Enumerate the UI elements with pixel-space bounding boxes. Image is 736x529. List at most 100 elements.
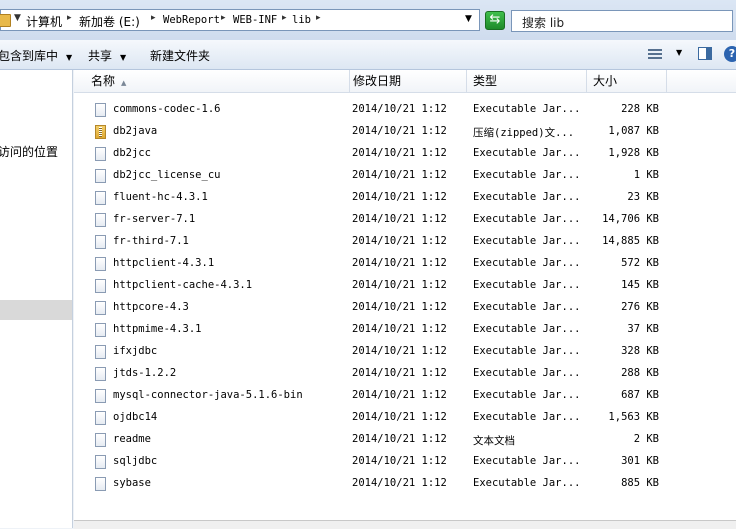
breadcrumb-web-inf[interactable]: WEB-INF: [233, 14, 277, 26]
new-folder-button[interactable]: 新建文件夹: [150, 47, 210, 64]
chevron-down-icon: ▼: [66, 53, 73, 62]
file-modified: 2014/10/21 1:12: [352, 279, 447, 291]
table-row[interactable]: sqljdbc 2014/10/21 1:12 Executable Jar... 3…: [74, 451, 736, 473]
search-input[interactable]: 搜索 lib: [511, 10, 733, 32]
refresh-button[interactable]: ⇆: [485, 11, 505, 30]
chevron-right-icon[interactable]: ▸: [316, 13, 321, 23]
preview-pane-icon[interactable]: [698, 47, 712, 60]
jar-file-icon: [95, 389, 106, 403]
file-size: 572 KB: [621, 257, 659, 269]
table-row[interactable]: readme 2014/10/21 1:12 文本文档 2 KB: [74, 429, 736, 451]
table-row[interactable]: httpclient-4.3.1 2014/10/21 1:12 Executabl…: [74, 253, 736, 275]
file-modified: 2014/10/21 1:12: [352, 301, 447, 313]
column-size[interactable]: 大小: [587, 70, 667, 92]
table-row[interactable]: fluent-hc-4.3.1 2014/10/21 1:12 Executable…: [74, 187, 736, 209]
chevron-right-icon[interactable]: ▸: [67, 13, 72, 23]
file-list[interactable]: 名称 ▲ 修改日期 类型 大小 commons-codec-1.6 2014/10/…: [74, 70, 736, 528]
file-size: 14,706 KB: [602, 213, 659, 225]
file-name: sqljdbc: [113, 455, 158, 467]
chevron-right-icon[interactable]: ▸: [221, 13, 226, 23]
file-type: Executable Jar...: [473, 411, 581, 423]
address-dropdown-icon[interactable]: ▼: [465, 14, 472, 24]
jar-file-icon: [95, 323, 106, 337]
folder-icon: [0, 14, 11, 27]
zip-folder-icon: [95, 125, 106, 139]
file-type: Executable Jar...: [473, 235, 581, 247]
include-in-library-button[interactable]: 包含到库中 ▼: [0, 47, 72, 64]
address-bar: ▼ 计算机 ▸ 新加卷 (E:) ▸ WebReport ▸ WEB-INF ▸…: [0, 0, 736, 40]
table-row[interactable]: fr-third-7.1 2014/10/21 1:12 Executable Ja…: [74, 231, 736, 253]
column-header: 名称 ▲ 修改日期 类型 大小: [74, 70, 736, 93]
file-type: Executable Jar...: [473, 169, 581, 181]
nav-item-selected[interactable]: [0, 300, 72, 320]
table-row[interactable]: mysql-connector-java-5.1.6-bin 2014/10/21…: [74, 385, 736, 407]
file-modified: 2014/10/21 1:12: [352, 345, 447, 357]
jar-file-icon: [95, 169, 106, 183]
views-icon[interactable]: [648, 49, 662, 61]
file-size: 37 KB: [627, 323, 659, 335]
file-size: 1 KB: [633, 169, 659, 181]
file-size: 301 KB: [621, 455, 659, 467]
table-row[interactable]: fr-server-7.1 2014/10/21 1:12 Executable J…: [74, 209, 736, 231]
file-type: 文本文档: [473, 435, 515, 447]
table-row[interactable]: ojdbc14 2014/10/21 1:12 Executable Jar... 1…: [74, 407, 736, 429]
file-name: httpclient-cache-4.3.1: [113, 279, 253, 291]
column-size-label: 大小: [593, 74, 618, 88]
chevron-down-icon[interactable]: ▼: [676, 48, 682, 57]
jar-file-icon: [95, 279, 106, 293]
column-name[interactable]: 名称 ▲: [85, 70, 350, 92]
file-size: 288 KB: [621, 367, 659, 379]
jar-file-icon: [95, 147, 106, 161]
breadcrumb-computer[interactable]: 计算机: [26, 13, 62, 30]
file-name: db2java: [113, 125, 158, 137]
table-row[interactable]: jtds-1.2.2 2014/10/21 1:12 Executable Jar.…: [74, 363, 736, 385]
column-modified[interactable]: 修改日期: [347, 70, 467, 92]
file-size: 328 KB: [621, 345, 659, 357]
navigation-pane[interactable]: 访问的位置: [0, 70, 73, 528]
file-name: mysql-connector-java-5.1.6-bin: [113, 389, 303, 401]
share-label: 共享: [88, 49, 113, 63]
file-name: db2jcc_license_cu: [113, 169, 221, 181]
file-modified: 2014/10/21 1:12: [352, 169, 447, 181]
share-button[interactable]: 共享 ▼: [88, 47, 126, 64]
chevron-right-icon[interactable]: ▸: [282, 13, 287, 23]
nav-item-recent-places[interactable]: 访问的位置: [0, 143, 58, 160]
file-type: Executable Jar...: [473, 323, 581, 335]
breadcrumb-drive[interactable]: 新加卷 (E:): [79, 13, 140, 30]
table-row[interactable]: sybase 2014/10/21 1:12 Executable Jar... 88…: [74, 473, 736, 495]
table-row[interactable]: httpmime-4.3.1 2014/10/21 1:12 Executable …: [74, 319, 736, 341]
breadcrumb-webreport[interactable]: WebReport: [163, 14, 220, 26]
chevron-right-icon[interactable]: ▸: [151, 13, 156, 23]
table-row[interactable]: db2jcc 2014/10/21 1:12 Executable Jar... 1,…: [74, 143, 736, 165]
chevron-down-icon: ▼: [120, 53, 127, 62]
column-type-label: 类型: [473, 74, 498, 88]
file-size: 145 KB: [621, 279, 659, 291]
file-type: Executable Jar...: [473, 103, 581, 115]
jar-file-icon: [95, 301, 106, 315]
file-name: readme: [113, 433, 151, 445]
chevron-right-icon[interactable]: ▼: [14, 13, 21, 23]
file-modified: 2014/10/21 1:12: [352, 389, 447, 401]
file-type: Executable Jar...: [473, 191, 581, 203]
table-row[interactable]: commons-codec-1.6 2014/10/21 1:12 Executab…: [74, 99, 736, 121]
file-modified: 2014/10/21 1:12: [352, 367, 447, 379]
file-name: jtds-1.2.2: [113, 367, 177, 379]
file-modified: 2014/10/21 1:12: [352, 213, 447, 225]
breadcrumb-lib[interactable]: lib: [292, 14, 311, 26]
table-row[interactable]: httpclient-cache-4.3.1 2014/10/21 1:12 Exe…: [74, 275, 736, 297]
file-size: 687 KB: [621, 389, 659, 401]
search-placeholder: 搜索 lib: [522, 16, 565, 30]
column-type[interactable]: 类型: [467, 70, 587, 92]
address-box[interactable]: ▼ 计算机 ▸ 新加卷 (E:) ▸ WebReport ▸ WEB-INF ▸…: [0, 9, 480, 31]
help-icon[interactable]: ?: [724, 46, 736, 62]
file-name: ojdbc14: [113, 411, 158, 423]
table-row[interactable]: db2java 2014/10/21 1:12 压缩(zipped)文... 1,08…: [74, 121, 736, 143]
table-row[interactable]: db2jcc_license_cu 2014/10/21 1:12 Executab…: [74, 165, 736, 187]
table-row[interactable]: httpcore-4.3 2014/10/21 1:12 Executable Ja…: [74, 297, 736, 319]
jar-file-icon: [95, 257, 106, 271]
refresh-icon: ⇆: [489, 12, 501, 27]
file-type: Executable Jar...: [473, 367, 581, 379]
file-type: Executable Jar...: [473, 301, 581, 313]
table-row[interactable]: ifxjdbc 2014/10/21 1:12 Executable Jar... 3…: [74, 341, 736, 363]
include-in-library-label: 包含到库中: [0, 49, 59, 63]
